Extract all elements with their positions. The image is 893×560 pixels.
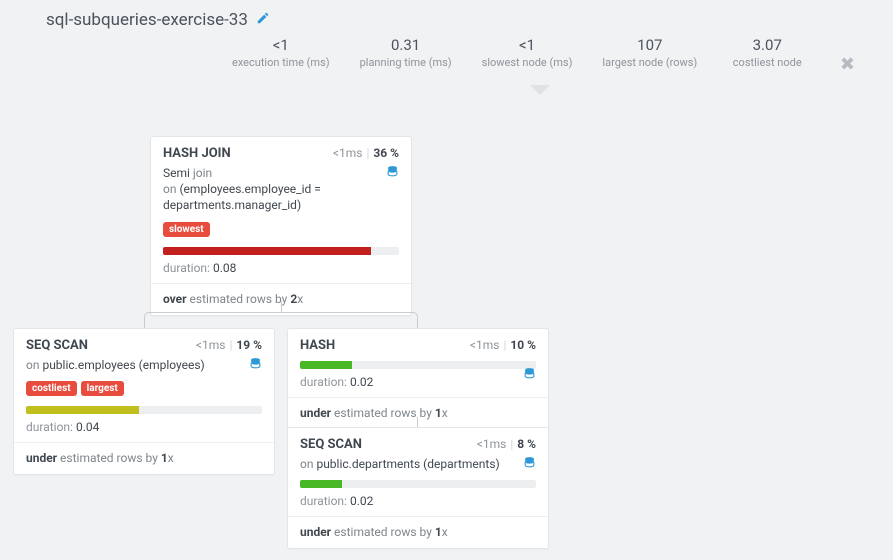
plan-node-seqscan-departments[interactable]: SEQ SCAN <1ms|8 % on public.departments …	[287, 427, 549, 549]
duration-bar	[26, 406, 139, 414]
node-detail: on public.departments (departments)	[288, 456, 548, 478]
connector-line	[417, 417, 418, 427]
duration-label: duration: 0.02	[288, 373, 548, 397]
node-metrics: <1ms|8 %	[477, 437, 536, 451]
node-title: SEQ SCAN	[300, 437, 362, 452]
duration-label: duration: 0.02	[288, 492, 548, 516]
estimate-label: under estimated rows by 1x	[14, 443, 274, 474]
tag-largest: largest	[81, 381, 124, 396]
database-icon	[523, 367, 536, 384]
duration-label: duration: 0.08	[151, 259, 411, 283]
node-metrics: <1ms|19 %	[196, 338, 262, 352]
tag-slowest: slowest	[163, 222, 210, 237]
connector-bracket	[144, 312, 418, 328]
plan-node-hash-join[interactable]: HASH JOIN <1ms|36 % Semi join on (employ…	[150, 136, 412, 316]
database-icon	[523, 456, 536, 473]
node-title: SEQ SCAN	[26, 338, 88, 353]
duration-bar	[300, 480, 342, 488]
tag-costliest: costliest	[26, 381, 77, 396]
node-detail: Semi join on (employees.employee_id = de…	[151, 165, 411, 220]
node-title: HASH JOIN	[163, 146, 231, 161]
node-metrics: <1ms|36 %	[333, 146, 399, 160]
duration-bar	[163, 247, 371, 255]
database-icon	[386, 165, 399, 182]
node-metrics: <1ms|10 %	[470, 338, 536, 352]
plan-node-seqscan-employees[interactable]: SEQ SCAN <1ms|19 % on public.employees (…	[13, 328, 275, 475]
page-title: sql-subqueries-exercise-33	[46, 10, 248, 30]
estimate-label: under estimated rows by 1x	[288, 398, 548, 429]
estimate-label: under estimated rows by 1x	[288, 517, 548, 548]
node-detail: on public.employees (employees)	[14, 357, 274, 379]
node-title: HASH	[300, 338, 335, 353]
database-icon	[249, 357, 262, 374]
duration-bar	[300, 361, 352, 369]
duration-label: duration: 0.04	[14, 418, 274, 442]
edit-icon[interactable]	[256, 11, 270, 29]
plan-node-hash[interactable]: HASH <1ms|10 % duration: 0.02 under esti…	[287, 328, 549, 430]
